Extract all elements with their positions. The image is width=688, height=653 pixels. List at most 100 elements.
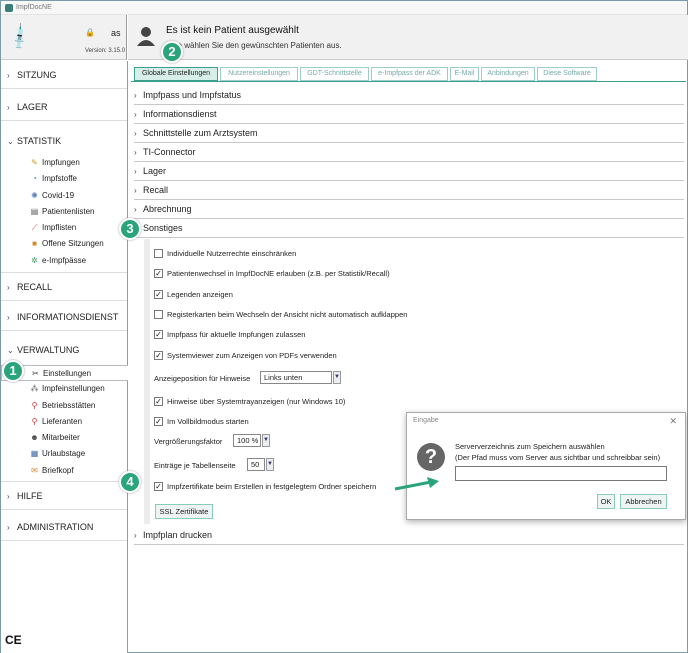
needle-icon: ⟋ <box>31 223 38 233</box>
zoom-select[interactable]: 100 % <box>233 434 261 447</box>
callout-badge-3: 3 <box>119 218 141 240</box>
server-path-input[interactable] <box>455 466 667 481</box>
sidebar-item-offene-sitzungen[interactable]: ■ Offene Sitzungen <box>1 236 127 252</box>
patient-avatar-icon <box>137 27 155 46</box>
cancel-button[interactable]: Abbrechen <box>620 494 667 509</box>
sidebar-item-mitarbeiter[interactable]: ☻ Mitarbeiter <box>1 430 127 446</box>
question-icon: ? <box>417 443 445 471</box>
window-title: ImpfDocNE <box>16 4 52 11</box>
chevron-right-icon: › <box>7 313 10 322</box>
vial-icon: ◔ <box>32 174 37 184</box>
verwaltung-items: ✂ Einstellungen ⁂ Impfeinstellungen ⚲ Betri… <box>1 365 128 479</box>
chevron-right-icon: › <box>7 103 10 112</box>
option-label: Patientenwechsel in ImpfDocNE erlauben (… <box>167 269 390 278</box>
checkbox-impfpass-aktuell[interactable]: ✓ <box>154 330 163 339</box>
chevron-right-icon: › <box>134 167 137 176</box>
tab-nutzereinstellungen[interactable]: Nutzereinstellungen <box>220 67 298 81</box>
checkbox-registerkarten[interactable] <box>154 310 163 319</box>
sidebar-section-administration[interactable]: › ADMINISTRATION <box>1 513 127 541</box>
user-initials[interactable]: as <box>111 28 121 38</box>
tab-anbindungen[interactable]: Anbindungen <box>481 67 535 81</box>
pin-icon: ⚲ <box>31 416 38 426</box>
calendar-icon: ▦ <box>30 449 39 459</box>
letter-icon: ✉ <box>31 465 38 475</box>
hint-position-select[interactable]: Links unten <box>260 371 332 384</box>
app-icon <box>5 4 13 12</box>
section-impfplan-drucken[interactable]: › Impfplan drucken <box>134 526 684 545</box>
sidebar-section-informationsdienst[interactable]: › INFORMATIONSDIENST <box>1 303 127 331</box>
sidebar-section-recall[interactable]: › RECALL <box>1 272 127 301</box>
chevron-down-icon[interactable]: ▼ <box>333 371 341 384</box>
sidebar-section-lager[interactable]: › LAGER <box>1 93 127 121</box>
sidebar-item-impflisten[interactable]: ⟋ Impflisten <box>1 220 127 236</box>
section-schnittstelle[interactable]: › Schnittstelle zum Arztsystem <box>134 124 684 143</box>
chevron-down-icon: ⌄ <box>7 137 14 146</box>
patient-title: Es ist kein Patient ausgewählt <box>166 25 299 36</box>
people-icon: ☻ <box>30 433 39 443</box>
tools-icon: ✂ <box>32 369 39 378</box>
sidebar-item-covid-19[interactable]: ✺ Covid-19 <box>1 188 127 204</box>
section-ti-connector[interactable]: › TI-Connector <box>134 143 684 162</box>
sidebar-item-impfstoffe[interactable]: ◔ Impfstoffe <box>1 171 127 187</box>
chevron-right-icon: › <box>134 186 137 195</box>
section-abrechnung[interactable]: › Abrechnung <box>134 200 684 219</box>
chevron-right-icon: › <box>7 492 10 501</box>
option-label: Impfpass für aktuelle Impfungen zulassen <box>167 330 306 339</box>
sidebar-item-lieferanten[interactable]: ⚲ Lieferanten <box>1 414 127 430</box>
sidebar-item-e-impfpaesse[interactable]: ✲ e-Impfpässe <box>1 253 127 269</box>
title-bar: ImpfDocNE <box>1 1 687 15</box>
tab-globale-einstellungen[interactable]: Globale Einstellungen <box>134 67 218 81</box>
section-informationsdienst[interactable]: › Informationsdienst <box>134 105 684 124</box>
tab-underline <box>131 81 686 82</box>
dialog-message-line2: (Der Pfad muss vom Server aus sichtbar u… <box>455 453 661 462</box>
ssl-certificates-button[interactable]: SSL Zertifikate <box>155 504 213 519</box>
rows-label: Einträge je Tabellenseite <box>154 461 236 470</box>
sidebar-item-betriebsstaetten[interactable]: ⚲ Betriebsstätten <box>1 398 127 414</box>
sidebar-section-hilfe[interactable]: › HILFE <box>1 481 127 510</box>
chevron-down-icon[interactable]: ▼ <box>262 434 270 447</box>
ok-button[interactable]: OK <box>597 494 615 509</box>
ce-mark: CE <box>5 633 22 647</box>
section-sonstiges[interactable]: ⌄Sonstiges <box>134 219 684 238</box>
chevron-right-icon: › <box>134 91 137 100</box>
sidebar-section-sitzung[interactable]: › SITZUNG <box>1 61 127 89</box>
patient-bar[interactable]: Es ist kein Patient ausgewählt Bitte wäh… <box>128 15 688 60</box>
app-window: ImpfDocNE 💉 🔒 as Version: 3.15.0 Es ist … <box>0 0 688 653</box>
checkbox-vollbild[interactable]: ✓ <box>154 417 163 426</box>
annotation-arrow-icon <box>394 477 439 491</box>
sidebar-section-verwaltung[interactable]: ⌄ VERWALTUNG <box>1 336 127 364</box>
checkbox-systemtray[interactable]: ✓ <box>154 397 163 406</box>
option-label: Systemviewer zum Anzeigen von PDFs verwe… <box>167 351 337 360</box>
checkbox-legenden[interactable]: ✓ <box>154 290 163 299</box>
sidebar-item-urlaubstage[interactable]: ▦ Urlaubstage <box>1 446 127 462</box>
zoom-label: Vergrößerungsfaktor <box>154 437 223 446</box>
sidebar: › SITZUNG › LAGER ⌄ STATISTIK ✎ Impfungen ◔ I… <box>1 61 128 653</box>
chevron-down-icon[interactable]: ▼ <box>266 458 274 471</box>
chevron-right-icon: › <box>134 110 137 119</box>
tab-gdt-schnittstelle[interactable]: GDT-Schnittstelle <box>300 67 369 81</box>
section-lager[interactable]: › Lager <box>134 162 684 181</box>
sidebar-item-impfungen[interactable]: ✎ Impfungen <box>1 155 127 171</box>
tab-e-impfpass-adk[interactable]: e-Impfpass der ADK <box>371 67 448 81</box>
sidebar-item-briefkopf[interactable]: ✉ Briefkopf <box>1 463 127 479</box>
section-indent-bar <box>144 239 150 524</box>
sidebar-item-patientenlisten[interactable]: ▤ Patientenlisten <box>1 204 127 220</box>
close-icon[interactable]: ✕ <box>669 416 677 427</box>
option-label: Impfzertifikate beim Erstellen in festge… <box>167 482 377 491</box>
callout-badge-2: 2 <box>161 41 183 63</box>
section-recall[interactable]: › Recall <box>134 181 684 200</box>
tab-diese-software[interactable]: Diese Software <box>537 67 597 81</box>
section-impfpass-impfstatus[interactable]: › Impfpass und Impfstatus <box>134 86 684 105</box>
pin-icon: ⚲ <box>31 400 38 410</box>
tab-e-mail[interactable]: E-Mail <box>450 67 479 81</box>
lock-icon[interactable]: 🔒 <box>85 28 95 37</box>
sidebar-item-impfeinstellungen[interactable]: ⁂ Impfeinstellungen <box>1 381 127 397</box>
checkbox-patientenwechsel[interactable]: ✓ <box>154 269 163 278</box>
syringe-icon: ✎ <box>31 158 38 167</box>
patient-subtitle: Bitte wählen Sie den gewünschten Patient… <box>166 41 342 50</box>
checkbox-impfzertifikate[interactable]: ✓ <box>154 482 163 491</box>
checkbox-systemviewer[interactable]: ✓ <box>154 351 163 360</box>
sidebar-section-statistik[interactable]: ⌄ STATISTIK <box>1 127 127 155</box>
rows-select[interactable]: 50 <box>247 458 265 471</box>
checkbox-nutzerrechte[interactable] <box>154 249 163 258</box>
